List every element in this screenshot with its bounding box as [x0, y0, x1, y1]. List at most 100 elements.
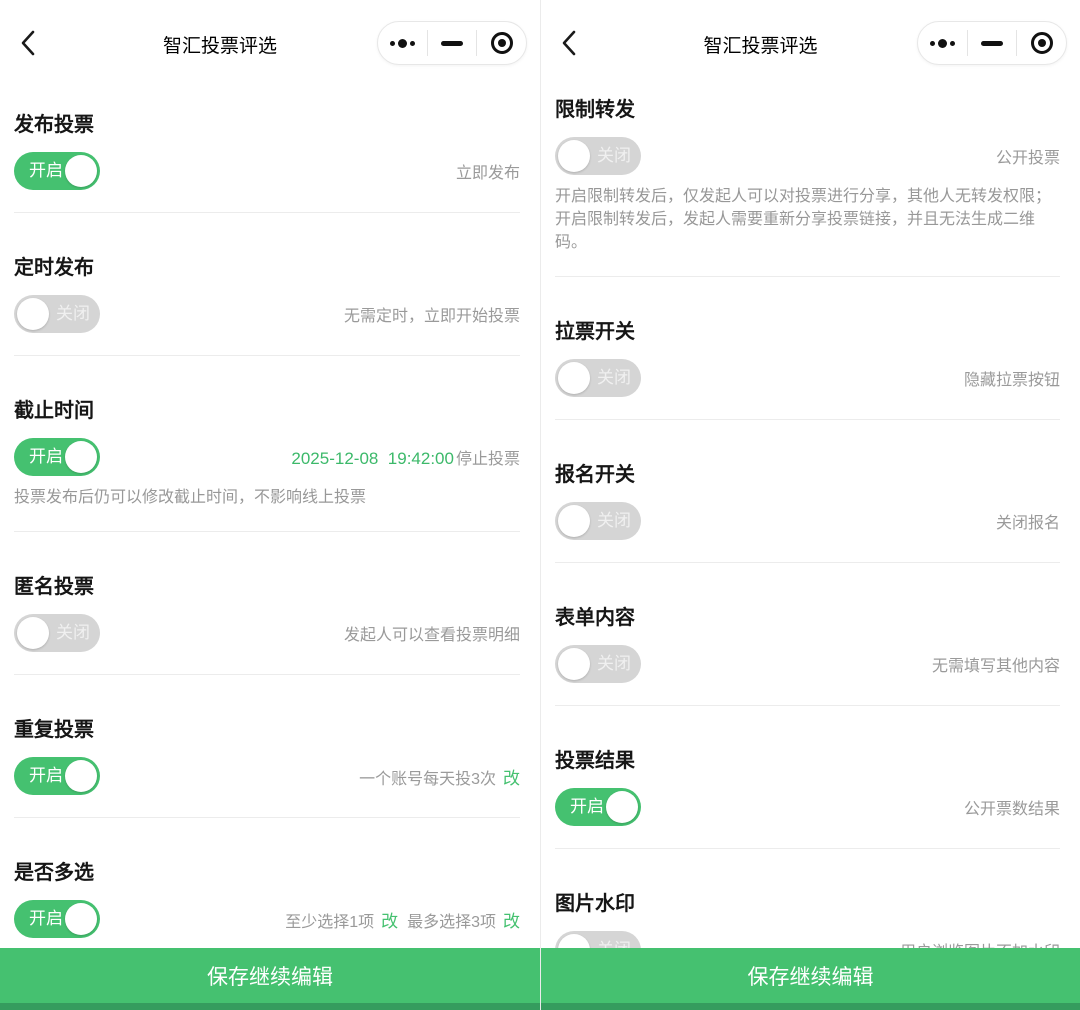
section-title: 拉票开关 — [555, 315, 1060, 344]
section-title: 是否多选 — [14, 856, 520, 885]
toggle-knob — [558, 140, 590, 172]
toggle-form-content[interactable]: 关闭 — [555, 645, 641, 683]
toggle-knob — [65, 155, 97, 187]
toggle-state-label: 关闭 — [597, 645, 631, 683]
close-button[interactable] — [477, 22, 526, 64]
toggle-state-label: 开启 — [29, 152, 63, 190]
setting-signup: 报名开关 关闭 关闭报名 — [555, 458, 1060, 563]
section-title: 投票结果 — [555, 744, 1060, 773]
toggle-state-label: 开启 — [29, 438, 63, 476]
divider — [555, 562, 1060, 563]
left-screen: 智汇投票评选 发布投票 开启 立即发布 — [0, 0, 540, 1010]
settings-list: 发布投票 开启 立即发布 定时发布 关闭 无需定时，立即开始投票 — [0, 108, 540, 961]
toggle-state-label: 关闭 — [56, 614, 90, 652]
divider — [14, 212, 520, 213]
chevron-left-icon — [561, 29, 577, 57]
edit-link-max[interactable]: 改 — [503, 912, 520, 931]
hint-suffix: 停止投票 — [456, 451, 520, 468]
hint-text: 关闭报名 — [996, 509, 1060, 533]
right-screen: 智汇投票评选 限制转发 关闭 公开投票 开 — [540, 0, 1080, 1010]
toggle-knob — [558, 648, 590, 680]
toggle-state-label: 开启 — [29, 757, 63, 795]
section-title: 匿名投票 — [14, 570, 520, 599]
minimize-icon — [981, 41, 1003, 46]
section-title: 限制转发 — [555, 93, 1060, 122]
minimize-button[interactable] — [968, 22, 1017, 64]
setting-repeat-vote: 重复投票 开启 一个账号每天投3次改 — [14, 713, 520, 818]
save-continue-button[interactable]: 保存继续编辑 — [0, 948, 540, 1003]
minimize-icon — [441, 41, 463, 46]
save-continue-button[interactable]: 保存继续编辑 — [541, 948, 1080, 1003]
toggle-publish-vote[interactable]: 开启 — [14, 152, 100, 190]
section-title: 表单内容 — [555, 601, 1060, 630]
toggle-state-label: 关闭 — [597, 359, 631, 397]
hint-text: 公开票数结果 — [964, 795, 1060, 819]
hint-text: 一个账号每天投3次改 — [359, 764, 520, 789]
divider — [555, 848, 1060, 849]
section-title: 发布投票 — [14, 108, 520, 137]
setting-publish-vote: 发布投票 开启 立即发布 — [14, 108, 520, 213]
toggle-repeat-vote[interactable]: 开启 — [14, 757, 100, 795]
toggle-knob — [558, 362, 590, 394]
edit-link-min[interactable]: 改 — [381, 912, 398, 931]
setting-form-content: 表单内容 关闭 无需填写其他内容 — [555, 601, 1060, 706]
hint-text: 隐藏拉票按钮 — [964, 366, 1060, 390]
hint-text: 发起人可以查看投票明细 — [344, 621, 520, 645]
divider — [555, 276, 1060, 277]
toggle-canvass[interactable]: 关闭 — [555, 359, 641, 397]
hint-text: 无需填写其他内容 — [932, 652, 1060, 676]
more-icon — [930, 39, 955, 48]
toggle-knob — [65, 760, 97, 792]
hint-text: 无需定时，立即开始投票 — [344, 302, 520, 326]
capsule — [917, 21, 1067, 65]
capsule — [377, 21, 527, 65]
toggle-knob — [17, 617, 49, 649]
setting-canvass: 拉票开关 关闭 隐藏拉票按钮 — [555, 315, 1060, 420]
toggle-state-label: 开启 — [29, 900, 63, 938]
setting-restrict-share: 限制转发 关闭 公开投票 开启限制转发后，仅发起人可以对投票进行分享，其他人无转… — [555, 93, 1060, 277]
bottom-bar — [0, 1003, 540, 1010]
toggle-signup[interactable]: 关闭 — [555, 502, 641, 540]
chevron-left-icon — [20, 29, 36, 57]
toggle-deadline[interactable]: 开启 — [14, 438, 100, 476]
hint-part: 一个账号每天投3次 — [359, 771, 496, 788]
divider — [555, 705, 1060, 706]
back-button[interactable] — [14, 26, 42, 60]
toggle-state-label: 关闭 — [597, 137, 631, 175]
more-button[interactable] — [378, 22, 427, 64]
deadline-datetime[interactable]: 2025-12-08 19:42:00 — [291, 449, 454, 468]
toggle-vote-result[interactable]: 开启 — [555, 788, 641, 826]
section-title: 报名开关 — [555, 458, 1060, 487]
close-button[interactable] — [1017, 22, 1066, 64]
toggle-knob — [65, 441, 97, 473]
hint-part: 至少选择1项 — [285, 914, 374, 931]
divider — [14, 817, 520, 818]
edit-link[interactable]: 改 — [503, 769, 520, 788]
more-button[interactable] — [918, 22, 967, 64]
hint-text: 立即发布 — [456, 159, 520, 183]
hint-text: 至少选择1项改最多选择3项改 — [285, 907, 520, 932]
toggle-state-label: 关闭 — [56, 295, 90, 333]
section-description: 投票发布后仍可以修改截止时间，不影响线上投票 — [14, 486, 520, 509]
minimize-button[interactable] — [428, 22, 477, 64]
toggle-knob — [606, 791, 638, 823]
toggle-knob — [17, 298, 49, 330]
toggle-multi-select[interactable]: 开启 — [14, 900, 100, 938]
setting-anonymous-vote: 匿名投票 关闭 发起人可以查看投票明细 — [14, 570, 520, 675]
section-description: 开启限制转发后，仅发起人可以对投票进行分享，其他人无转发权限；开启限制转发后，发… — [555, 185, 1060, 254]
divider — [555, 419, 1060, 420]
setting-multi-select: 是否多选 开启 至少选择1项改最多选择3项改 — [14, 856, 520, 961]
toggle-restrict-share[interactable]: 关闭 — [555, 137, 641, 175]
page-title: 智汇投票评选 — [621, 31, 900, 58]
toggle-anonymous-vote[interactable]: 关闭 — [14, 614, 100, 652]
divider — [14, 674, 520, 675]
section-title: 定时发布 — [14, 251, 520, 280]
section-title: 截止时间 — [14, 394, 520, 423]
toggle-state-label: 开启 — [570, 788, 604, 826]
more-icon — [390, 39, 415, 48]
toggle-scheduled-publish[interactable]: 关闭 — [14, 295, 100, 333]
toggle-state-label: 关闭 — [597, 502, 631, 540]
bottom-bar — [541, 1003, 1080, 1010]
back-button[interactable] — [555, 26, 583, 60]
setting-deadline: 截止时间 开启 2025-12-08 19:42:00停止投票 投票发布后仍可以… — [14, 394, 520, 532]
